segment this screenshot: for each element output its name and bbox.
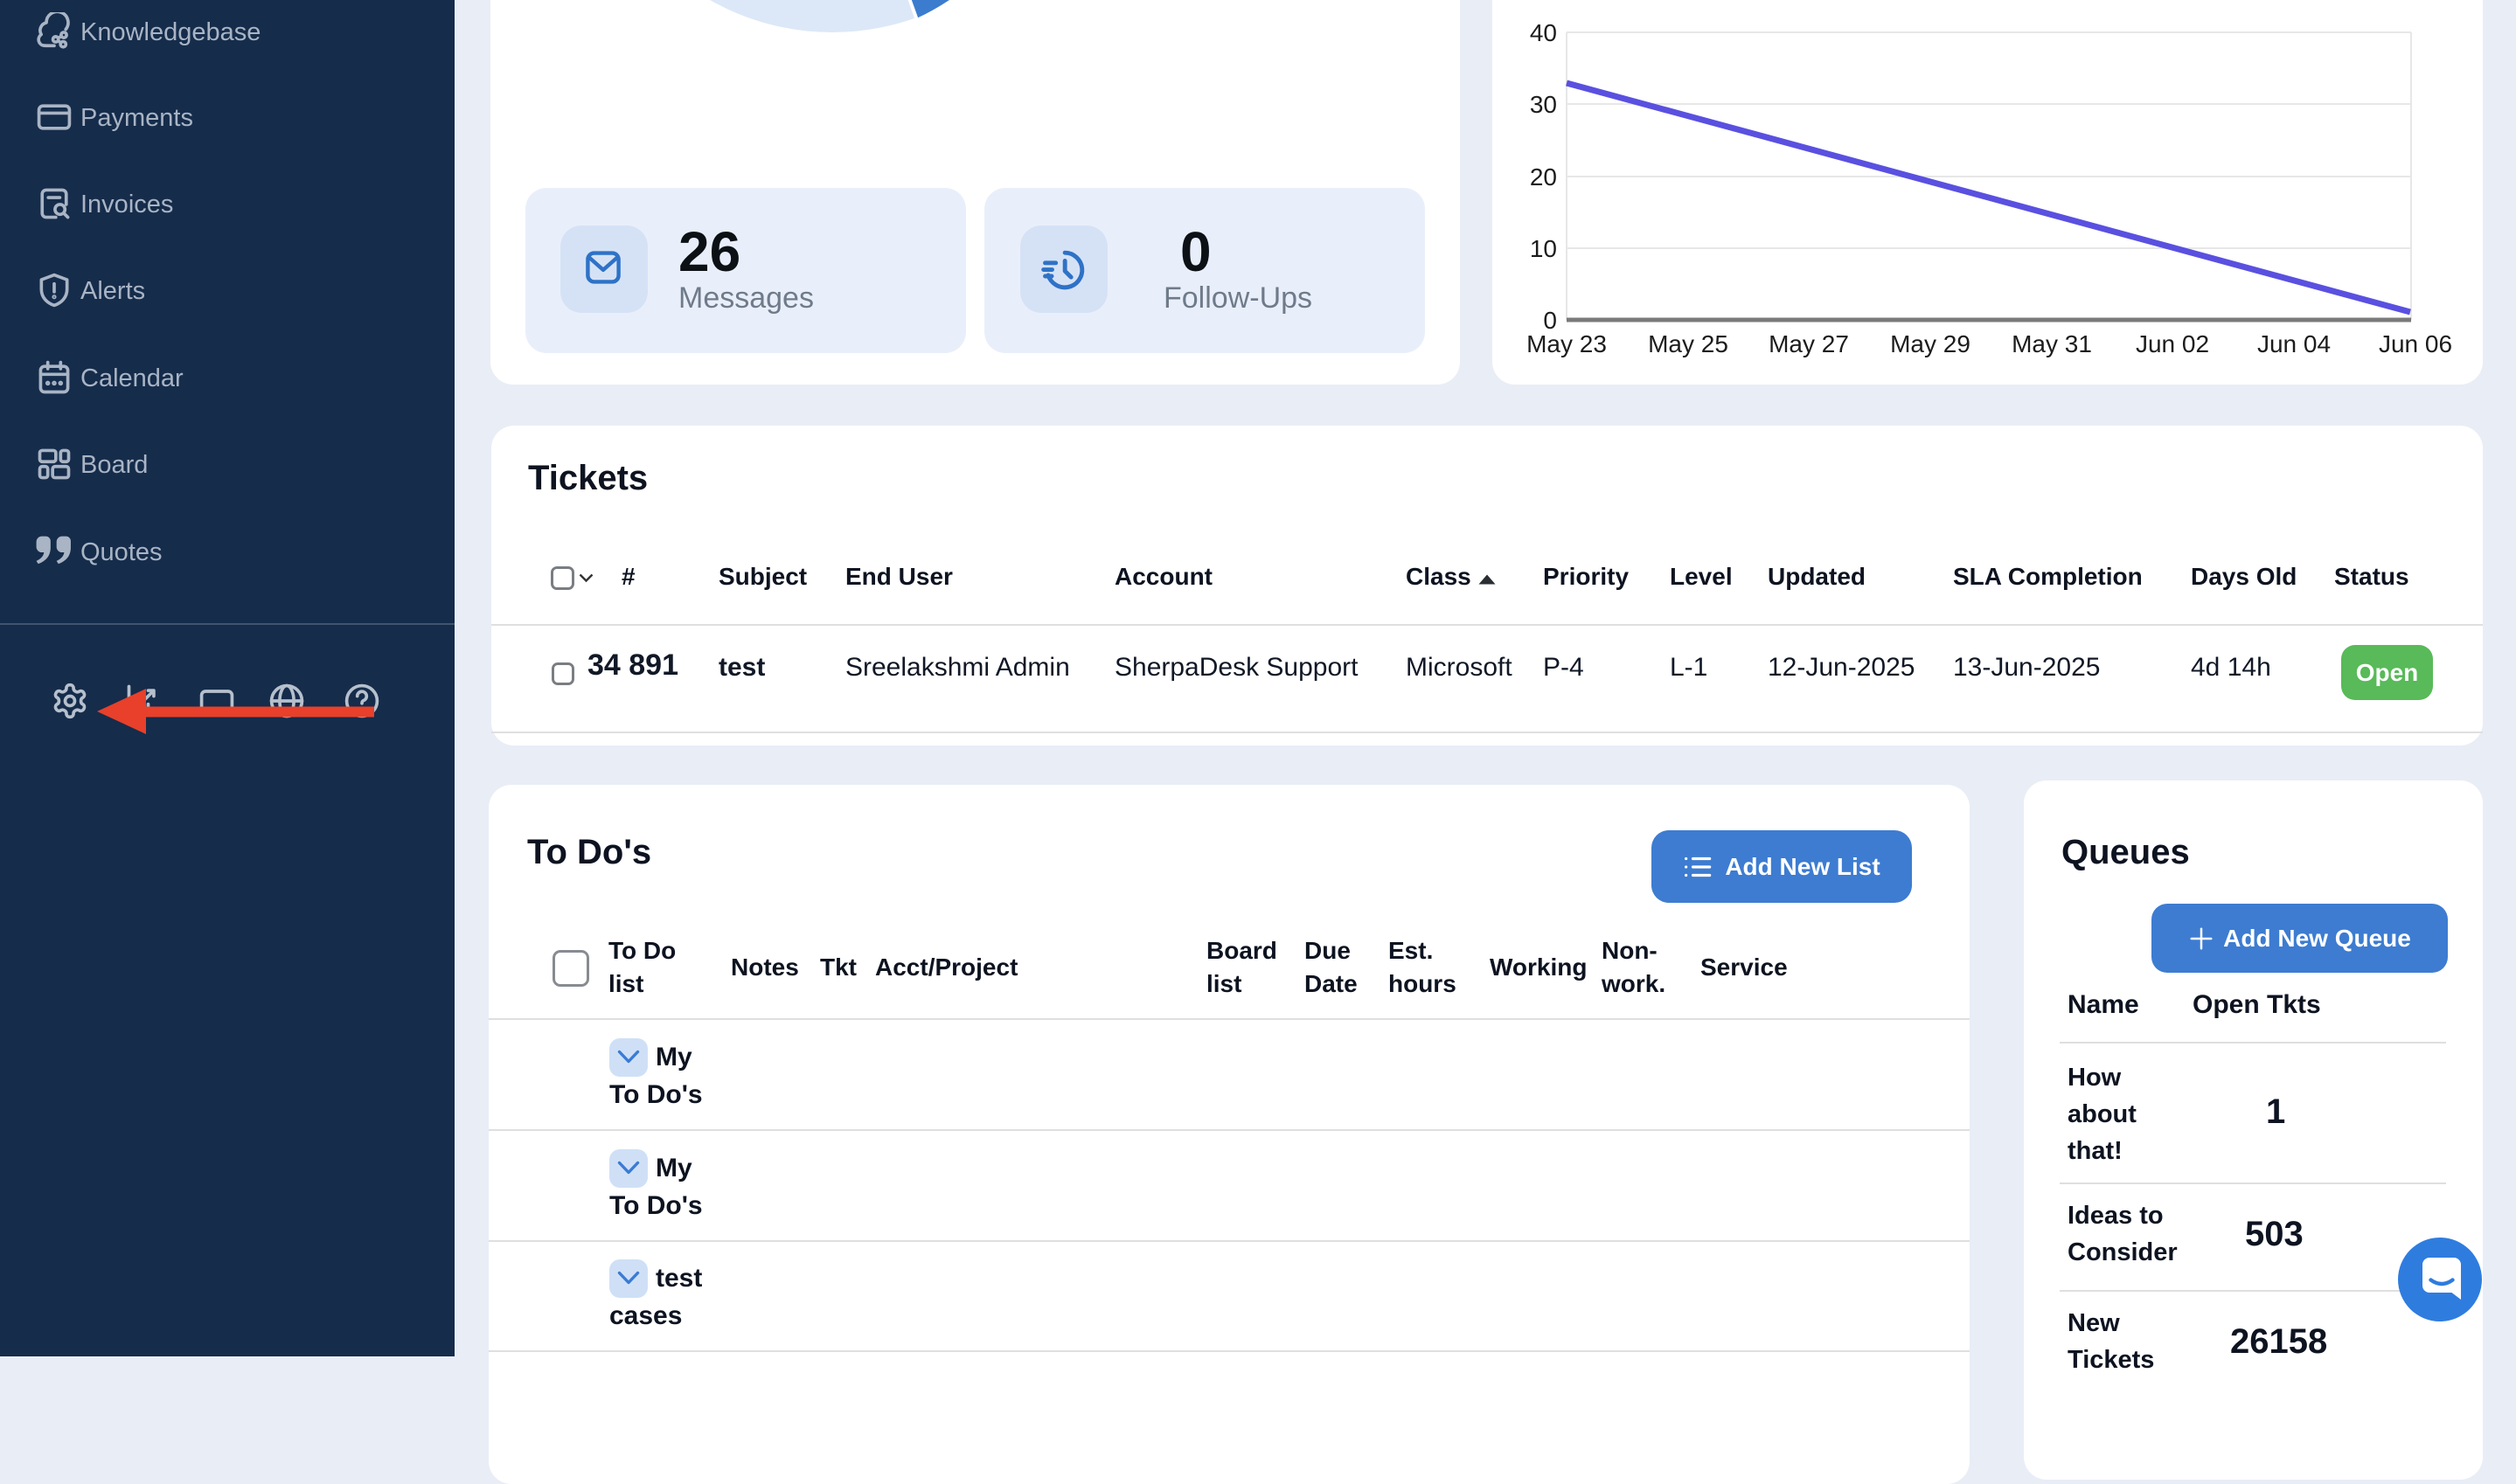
svg-text:May 25: May 25 xyxy=(1648,330,1728,357)
svg-text:May 23: May 23 xyxy=(1526,330,1607,357)
svg-text:May 31: May 31 xyxy=(2012,330,2092,357)
svg-text:May 27: May 27 xyxy=(1769,330,1849,357)
svg-text:30: 30 xyxy=(1530,91,1557,118)
svg-text:May 29: May 29 xyxy=(1890,330,1970,357)
svg-text:Jun 02: Jun 02 xyxy=(2136,330,2209,357)
svg-text:Jun 06: Jun 06 xyxy=(2379,330,2452,357)
svg-text:10: 10 xyxy=(1530,235,1557,262)
svg-text:Jun 04: Jun 04 xyxy=(2257,330,2331,357)
svg-text:20: 20 xyxy=(1530,163,1557,191)
svg-text:40: 40 xyxy=(1530,19,1557,46)
